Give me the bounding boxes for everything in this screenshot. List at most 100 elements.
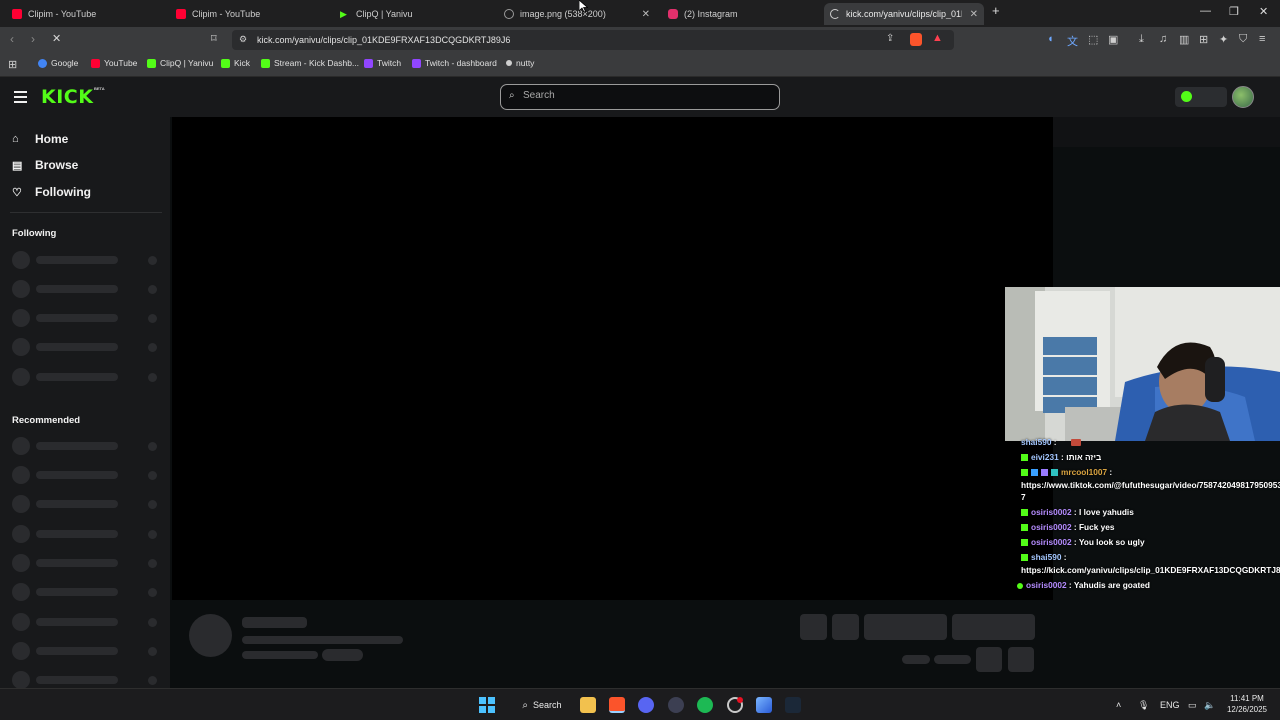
file-explorer-icon[interactable] [580, 697, 596, 713]
network-icon[interactable]: ▭ [1188, 700, 1197, 711]
nav-label: Following [35, 185, 91, 199]
apps-grid-icon[interactable]: ⊞ [8, 58, 17, 71]
share-icon[interactable]: ⇪ [886, 33, 894, 44]
chat-username[interactable]: osiris0002 [1031, 522, 1072, 532]
app-icon[interactable] [756, 697, 772, 713]
sidebar-item-home[interactable]: ⌂ Home [12, 132, 68, 146]
spotify-icon[interactable] [697, 697, 713, 713]
chat-link[interactable]: https://kick.com/yanivu/clips/clip_01KDE… [1021, 565, 1280, 575]
close-tab-icon[interactable]: ✕ [642, 9, 650, 20]
brave-rewards-icon[interactable]: ▲ [932, 32, 943, 44]
chat-username[interactable]: osiris0002 [1031, 507, 1072, 517]
close-tab-icon[interactable]: ✕ [970, 9, 978, 20]
bookmark-kick-dashboard[interactable]: Stream - Kick Dashb... [261, 58, 359, 68]
kick-k-icon [1181, 91, 1192, 102]
bookmark-nutty[interactable]: nutty [506, 58, 534, 68]
tab-kick-clip-active[interactable]: kick.com/yanivu/clips/clip_01KD ✕ [824, 3, 984, 25]
login-button-loading[interactable] [1175, 87, 1227, 107]
chat-username[interactable]: shai590 [1031, 552, 1061, 562]
brave-shields-icon[interactable] [910, 33, 922, 46]
bookmark-youtube[interactable]: YouTube [91, 58, 137, 68]
chat-username[interactable]: osiris0002 [1026, 580, 1067, 590]
chat-message: mrcool1007 : [1021, 467, 1112, 477]
bookmark-icon[interactable]: ⌑ [211, 32, 217, 45]
bookmark-clipq[interactable]: ClipQ | Yanivu [147, 58, 213, 68]
video-player[interactable] [172, 117, 1053, 600]
chat-username[interactable]: shai590 [1021, 437, 1051, 447]
tab-image-png[interactable]: image.png (538×200) ✕ [500, 3, 656, 25]
search-input[interactable] [523, 90, 763, 101]
right-panel-skeleton [1053, 117, 1280, 147]
downloads-icon[interactable]: ⤓ [1139, 33, 1144, 46]
wallet-icon[interactable]: ▣ [1108, 33, 1118, 46]
media-icon[interactable]: ♫ [1159, 33, 1167, 45]
chat-link[interactable]: https://www.tiktok.com/@fufuthesugar/vid… [1021, 480, 1280, 490]
tab-clipq-yanivu[interactable]: ▶ ClipQ | Yanivu [336, 3, 496, 25]
minimize-button[interactable]: — [1200, 5, 1211, 17]
bookmark-twitch-dashboard[interactable]: Twitch - dashboard [412, 58, 497, 68]
bookmark-twitch[interactable]: Twitch [364, 58, 401, 68]
taskbar-search-label: Search [533, 700, 562, 710]
brave-browser-icon[interactable] [609, 697, 625, 713]
twitch-icon [412, 58, 421, 68]
tab-clipim-youtube-2[interactable]: Clipim - YouTube [172, 3, 332, 25]
taskbar-search[interactable]: ⌕ Search [509, 695, 575, 715]
channel-avatar-skeleton [189, 614, 232, 657]
clock[interactable]: 11:41 PM 12/26/2025 [1222, 693, 1272, 715]
microphone-icon[interactable]: 🎙 [1138, 700, 1149, 711]
site-settings-icon[interactable]: ⚙ [239, 34, 247, 45]
vpn-shield-icon[interactable]: ⛉ [1239, 33, 1247, 46]
kick-badge-icon [1021, 554, 1028, 561]
following-skeleton-row [12, 251, 162, 269]
bookmark-kick[interactable]: Kick [221, 58, 250, 68]
menu-icon[interactable]: ≡ [1259, 33, 1265, 45]
tab-clipim-youtube-1[interactable]: Clipim - YouTube [8, 3, 168, 25]
search-box[interactable]: ⌕ [500, 84, 780, 110]
kick-badge-icon [1021, 509, 1028, 516]
sidebar-toggle-icon[interactable]: ▥ [1179, 33, 1189, 46]
clock-time: 11:41 PM [1230, 694, 1264, 703]
collections-icon[interactable]: ⊞ [1199, 33, 1208, 46]
tab-label: Clipim - YouTube [192, 9, 261, 19]
bookmark-google[interactable]: Google [38, 58, 78, 68]
translate-icon[interactable]: 文 [1067, 33, 1078, 49]
following-skeleton-row [12, 309, 162, 327]
steam-icon[interactable] [785, 697, 801, 713]
app-icon[interactable] [668, 697, 684, 713]
leo-ai-icon[interactable]: ✦ [1219, 33, 1228, 46]
address-bar[interactable]: ⚙ kick.com/yanivu/clips/clip_01KDE9FRXAF… [232, 30, 954, 50]
webcam-image [1005, 287, 1280, 441]
kick-badge-icon [1021, 469, 1028, 476]
discord-icon[interactable] [638, 697, 654, 713]
beta-badge: BETA [94, 86, 105, 91]
new-tab-button[interactable]: + [992, 3, 1000, 18]
chat-username[interactable]: mrcool1007 [1061, 467, 1107, 477]
url-text[interactable]: kick.com/yanivu/clips/clip_01KDE9FRXAF13… [257, 35, 510, 45]
hamburger-menu-icon[interactable] [14, 91, 27, 103]
windows-start-icon[interactable] [479, 697, 495, 713]
nav-label: Home [35, 132, 69, 146]
tab-instagram[interactable]: (2) Instagram [664, 3, 820, 25]
kick-badge-icon [1021, 539, 1028, 546]
read-aloud-icon[interactable]: ◖ [1047, 33, 1054, 45]
chat-username[interactable]: osiris0002 [1031, 537, 1072, 547]
back-icon[interactable]: ‹ [10, 32, 14, 46]
volume-icon[interactable]: 🔈 [1204, 700, 1215, 711]
stop-loading-icon[interactable]: ✕ [52, 32, 61, 45]
chat-text: ביזה אותו [1066, 452, 1102, 462]
tab-label: Clipim - YouTube [28, 9, 97, 19]
sidebar-item-browse[interactable]: ▤ Browse [12, 158, 78, 172]
following-skeleton-row [12, 280, 162, 298]
twitch-icon [364, 58, 373, 68]
sidebar-item-following[interactable]: ♡ Following [12, 185, 91, 199]
forward-icon[interactable]: › [31, 32, 35, 46]
user-avatar[interactable] [1232, 86, 1254, 108]
language-indicator[interactable]: ENG [1160, 700, 1180, 710]
close-window-button[interactable]: ✕ [1259, 5, 1268, 18]
kick-logo[interactable]: KICK [41, 86, 93, 108]
chat-username[interactable]: eivi231 [1031, 452, 1059, 462]
maximize-button[interactable]: ❐ [1229, 5, 1239, 18]
recommended-skeleton-row [12, 554, 162, 572]
show-hidden-icons-icon[interactable]: ˄ [1116, 700, 1121, 710]
extensions-icon[interactable]: ⬚ [1088, 33, 1098, 46]
